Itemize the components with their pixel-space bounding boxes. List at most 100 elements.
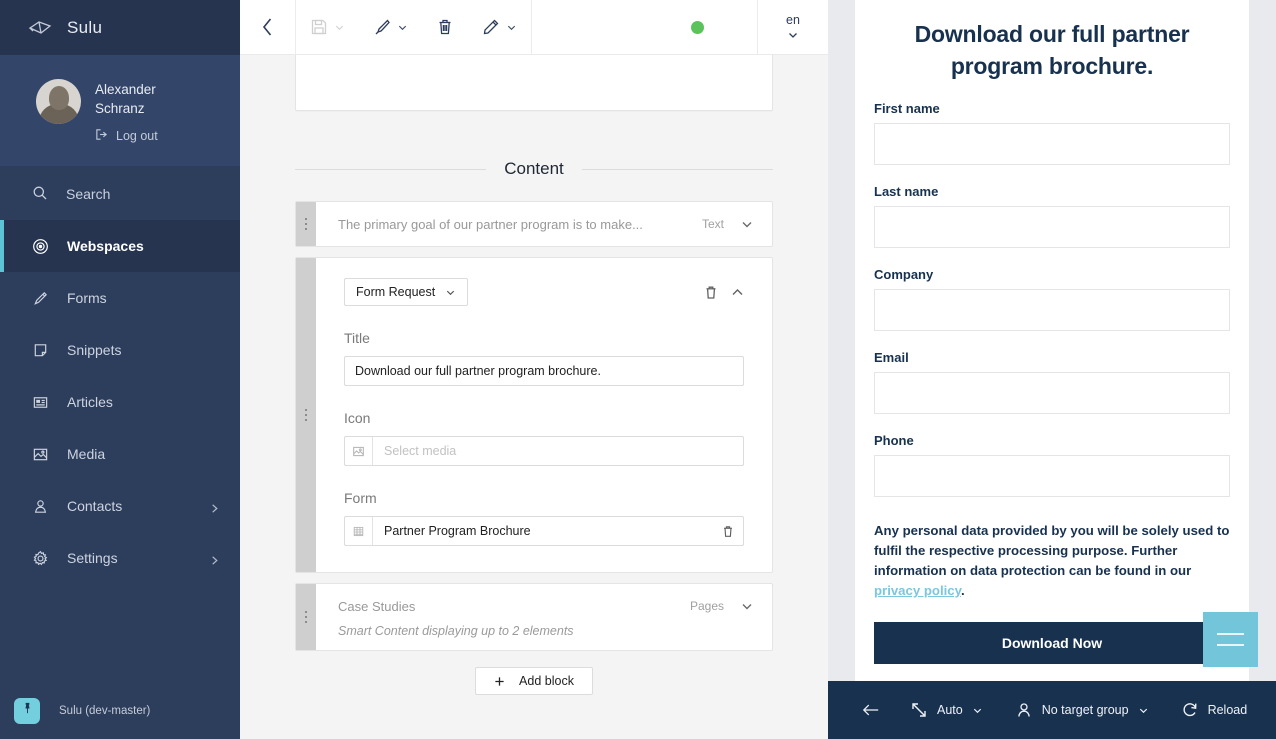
preview-field-last-name: Last name <box>874 184 1230 248</box>
block-type-label: Text <box>702 217 724 231</box>
resize-icon <box>910 701 928 719</box>
preview-frame[interactable]: Download our full partner program brochu… <box>855 0 1249 681</box>
chevron-down-icon <box>972 705 983 716</box>
block-case-studies[interactable]: Case Studies Pages Smart Content display… <box>295 583 773 651</box>
preview-zoom-select[interactable]: Auto <box>894 681 999 739</box>
sidebar-item-contacts[interactable]: Contacts <box>0 480 240 532</box>
content-toolbar: en <box>240 0 828 55</box>
search-icon <box>32 185 48 204</box>
preview-field-phone: Phone <box>874 433 1230 497</box>
webspaces-icon <box>32 238 49 255</box>
edit-button[interactable] <box>468 0 531 55</box>
sidebar-item-snippets[interactable]: Snippets <box>0 324 240 376</box>
pin-button[interactable] <box>14 698 40 724</box>
privacy-policy-link[interactable]: privacy policy <box>874 583 961 598</box>
field-label: Icon <box>344 410 744 426</box>
add-block-button[interactable]: Add block <box>475 667 593 695</box>
logout-label: Log out <box>116 129 158 143</box>
email-input[interactable] <box>874 372 1230 414</box>
preview-target-group-label: No target group <box>1042 703 1129 717</box>
download-now-label: Download Now <box>1002 635 1102 651</box>
sulu-logo-icon <box>27 18 53 38</box>
contacts-icon <box>32 498 49 515</box>
snippets-icon <box>32 342 49 359</box>
user-panel: Alexander Schranz Log out <box>0 55 240 166</box>
divider-left <box>295 169 486 170</box>
block-type-select[interactable]: Form Request <box>344 278 468 306</box>
sidebar-item-label: Snippets <box>67 342 220 358</box>
back-button[interactable] <box>240 0 295 55</box>
drag-handle-icon[interactable] <box>296 258 316 572</box>
delete-button[interactable] <box>422 0 468 55</box>
first-name-input[interactable] <box>874 123 1230 165</box>
block-delete-button[interactable] <box>698 279 724 305</box>
privacy-notice-suffix: . <box>961 583 965 598</box>
drag-handle-icon[interactable] <box>296 202 316 246</box>
preview-device-button[interactable] <box>1263 681 1276 739</box>
section-header-content: Content <box>295 159 773 179</box>
block-subtitle: Smart Content displaying up to 2 element… <box>316 624 772 650</box>
preview-panel: Download our full partner program brochu… <box>828 0 1276 739</box>
toolbar-divider <box>531 0 532 55</box>
preview-reload-label: Reload <box>1208 703 1248 717</box>
divider-right <box>582 169 773 170</box>
field-label: Form <box>344 490 744 506</box>
drag-handle-icon[interactable] <box>296 584 316 650</box>
block-form-request[interactable]: Form Request <box>295 257 773 573</box>
preview-reload-button[interactable]: Reload <box>1165 681 1264 739</box>
field-icon: Icon Select media <box>316 410 772 466</box>
section-title: Content <box>504 159 564 179</box>
preview-target-group-select[interactable]: No target group <box>999 681 1165 739</box>
search-input[interactable]: Search <box>0 168 240 220</box>
logout-button[interactable]: Log out <box>95 128 205 144</box>
block-collapse-button[interactable] <box>724 279 750 305</box>
sidebar-logo-text: Sulu <box>67 18 102 38</box>
chevron-down-icon[interactable] <box>740 217 754 231</box>
download-now-button[interactable]: Download Now <box>874 622 1230 664</box>
field-label: Company <box>874 267 1230 282</box>
sidebar-item-webspaces[interactable]: Webspaces <box>0 220 240 272</box>
logout-icon <box>95 128 108 144</box>
sidebar-item-articles[interactable]: Articles <box>0 376 240 428</box>
last-name-input[interactable] <box>874 206 1230 248</box>
avatar[interactable] <box>36 79 81 124</box>
title-input[interactable]: Download our full partner program brochu… <box>344 356 744 386</box>
form-select-input[interactable]: Partner Program Brochure <box>344 516 744 546</box>
block-title: The primary goal of our partner program … <box>338 217 702 232</box>
chevron-down-icon <box>1138 705 1149 716</box>
chevron-down-icon[interactable] <box>740 599 754 613</box>
sidebar-item-forms[interactable]: Forms <box>0 272 240 324</box>
version-label: Sulu (dev-master) <box>59 705 150 717</box>
user-icon <box>1015 701 1033 719</box>
media-select-input[interactable]: Select media <box>344 436 744 466</box>
toolbar-actions <box>296 0 531 55</box>
form-remove-button[interactable] <box>713 525 743 538</box>
save-button[interactable] <box>296 0 359 55</box>
arrow-left-icon <box>862 701 880 719</box>
company-input[interactable] <box>874 289 1230 331</box>
content-scroll-area[interactable]: Content The primary goal of our partner … <box>240 55 828 739</box>
articles-icon <box>32 394 49 411</box>
settings-icon <box>32 550 49 567</box>
publish-status[interactable] <box>637 0 757 55</box>
block-text[interactable]: The primary goal of our partner program … <box>295 201 773 247</box>
preview-back-button[interactable] <box>848 681 894 739</box>
chevron-right-icon <box>209 501 220 512</box>
field-label: Last name <box>874 184 1230 199</box>
sidebar-item-media[interactable]: Media <box>0 428 240 480</box>
sidebar-logo[interactable]: Sulu <box>0 0 240 55</box>
forms-icon <box>32 290 49 307</box>
previous-block-partial[interactable] <box>295 55 773 111</box>
sidebar-item-settings[interactable]: Settings <box>0 532 240 584</box>
chevron-down-icon <box>445 287 456 298</box>
chat-widget-icon[interactable] <box>1203 612 1258 667</box>
plus-icon <box>494 676 505 687</box>
phone-input[interactable] <box>874 455 1230 497</box>
chevron-right-icon <box>209 553 220 564</box>
language-select[interactable]: en <box>758 0 828 55</box>
pin-icon <box>21 702 34 720</box>
app-root: Sulu Alexander Schranz Log out <box>0 0 1276 739</box>
block-body: Form Request <box>316 258 772 572</box>
brush-button[interactable] <box>359 0 422 55</box>
add-block-label: Add block <box>519 674 574 688</box>
